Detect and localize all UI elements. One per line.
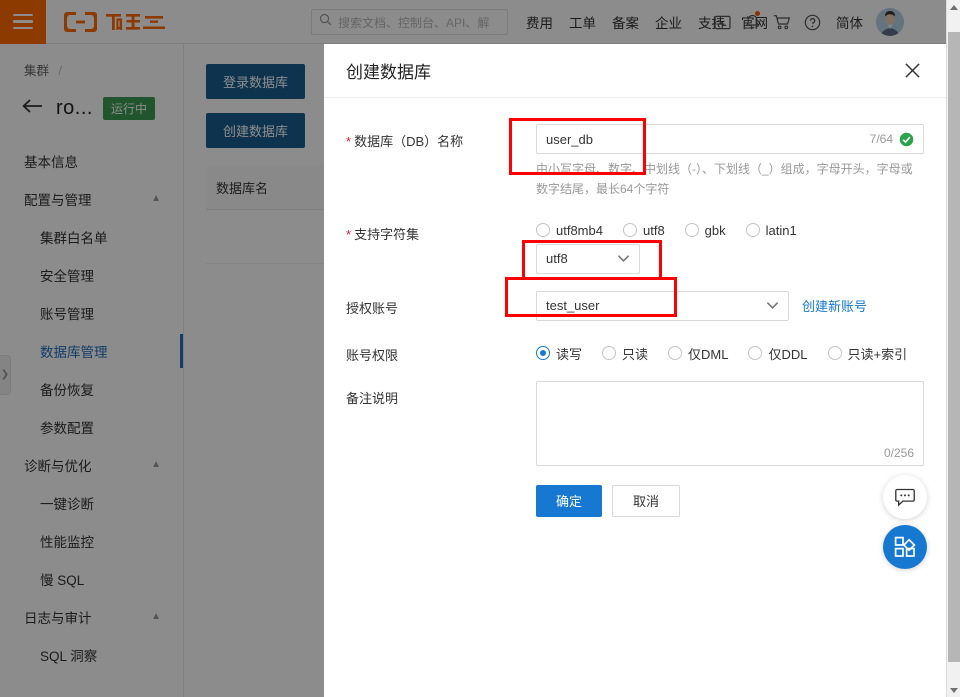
dialog-body: * 数据库（DB）名称 user_db 7/64 由小写字母、数字、中划线（-）… [324,98,946,697]
actions-spacer [346,483,536,517]
radio-dot-icon [684,223,699,238]
radio-dot-icon [536,346,550,361]
label-remark: 备注说明 [346,390,399,406]
radio-dot-icon [827,346,842,361]
charset-select-value: utf8 [546,251,568,267]
scrollbar-up-arrow[interactable] [947,0,960,14]
charset-radio-utf8-label: utf8 [642,222,665,238]
label-charset: * 支持字符集 [346,217,536,274]
radio-dot-icon [745,223,760,238]
privilege-radio-readonly[interactable]: 只读 [602,344,648,363]
dialog-header: 创建数据库 [324,44,946,98]
radio-dot-icon [536,223,550,238]
remark-textarea[interactable]: 0/256 [536,380,924,466]
cancel-button[interactable]: 取消 [612,484,681,517]
radio-dot-icon [748,346,763,361]
db-name-counter: 7/64 [869,132,893,146]
privilege-radio-readwrite-label: 读写 [556,346,583,362]
browser-scrollbar[interactable] [946,0,960,697]
privilege-radio-readwrite[interactable]: 读写 [536,344,582,363]
field-charset: * 支持字符集 utf8mb4 utf8 gbk latin1 utf8 [346,217,924,274]
create-new-account-link[interactable]: 创建新账号 [802,296,867,315]
required-asterisk: * [346,226,352,242]
radio-dot-icon [668,346,683,361]
db-name-hint: 由小写字母、数字、中划线（-）、下划线（_）组成，字母开头，字母或数字结尾，最长… [536,162,913,196]
field-db-name: * 数据库（DB）名称 user_db 7/64 由小写字母、数字、中划线（-）… [346,124,924,200]
charset-radio-group: utf8mb4 utf8 gbk latin1 [536,217,924,238]
label-account: 授权账号 [346,300,399,316]
create-database-dialog: 创建数据库 * 数据库（DB）名称 user_db 7/64 由小写字母、数字、… [324,44,946,697]
scrollbar-down-arrow[interactable] [947,683,960,697]
app-root: 搜索文档、控制台、API、解 费用 工单 备案 企业 支持 官网 简体 集群 /… [0,0,960,697]
confirm-button[interactable]: 确定 [536,484,603,517]
privilege-radio-ddl-only-label: 仅DDL [768,346,808,362]
field-remark: 备注说明 0/256 [346,380,924,466]
close-icon[interactable] [900,59,924,83]
privilege-radio-readonly-label: 只读 [622,346,649,362]
charset-radio-gbk-label: gbk [704,222,726,238]
dialog-actions-row: 确定 取消 [346,483,924,517]
privilege-radio-readonly-index[interactable]: 只读+索引 [827,344,908,363]
charset-radio-utf8[interactable]: utf8 [622,222,665,238]
account-select[interactable]: test_user [536,290,789,321]
privilege-radio-ddl-only[interactable]: 仅DDL [748,344,808,363]
account-select-value: test_user [546,298,600,314]
label-db-name: * 数据库（DB）名称 [346,124,536,200]
app-grid-icon[interactable] [883,525,927,569]
charset-select[interactable]: utf8 [536,243,640,274]
charset-radio-gbk[interactable]: gbk [684,222,726,238]
remark-counter: 0/256 [883,445,914,460]
charset-radio-utf8mb4[interactable]: utf8mb4 [536,223,603,238]
label-db-name-text: 数据库（DB）名称 [354,134,464,149]
privilege-radio-dml-only[interactable]: 仅DML [668,344,728,363]
privilege-radio-readonly-index-label: 只读+索引 [847,346,908,362]
charset-radio-latin1-label: latin1 [765,222,797,238]
chevron-down-icon [766,297,779,315]
charset-radio-latin1[interactable]: latin1 [745,222,797,238]
required-asterisk: * [346,134,352,149]
label-charset-text: 支持字符集 [354,226,420,242]
scrollbar-thumb[interactable] [948,32,960,662]
field-privilege: 账号权限 读写 只读 仅DML 仅DDL 只读+索引 [346,338,924,364]
privilege-radio-dml-only-label: 仅DML [688,346,729,362]
dialog-title: 创建数据库 [346,63,431,82]
db-name-input[interactable]: user_db 7/64 [536,124,924,154]
label-privilege: 账号权限 [346,347,399,363]
radio-dot-icon [602,346,617,361]
db-name-value: user_db [546,131,593,147]
field-account: 授权账号 test_user 创建新账号 [346,290,924,321]
chevron-down-icon [617,250,630,268]
check-circle-icon [899,132,914,147]
chat-bubble-icon[interactable] [883,475,927,519]
privilege-radio-group: 读写 只读 仅DML 仅DDL 只读+索引 [536,338,924,363]
radio-dot-icon [622,223,637,238]
charset-radio-utf8mb4-label: utf8mb4 [556,222,603,238]
